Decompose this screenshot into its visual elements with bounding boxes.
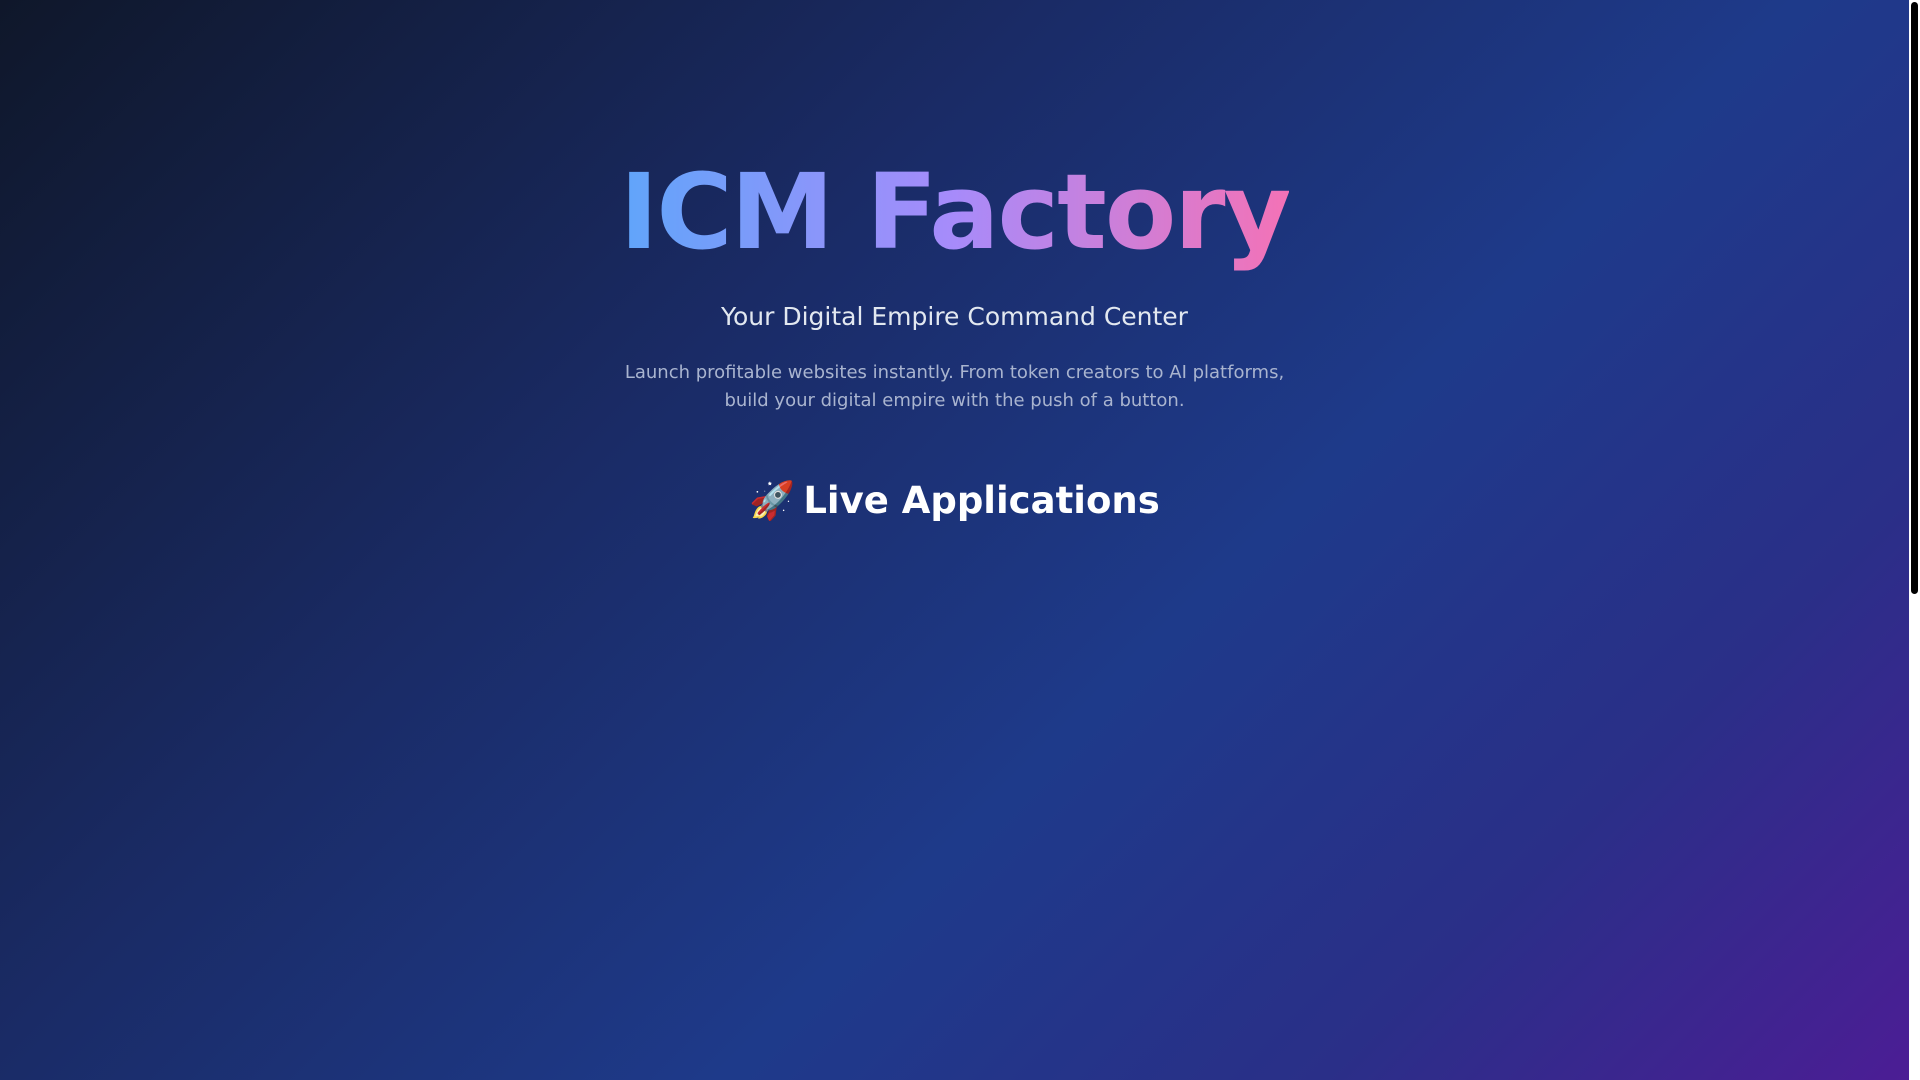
scrollbar[interactable] [1909,0,1920,1080]
scrollbar-thumb[interactable] [1911,2,1918,594]
page-description: Launch profitable websites instantly. Fr… [624,362,1285,411]
live-applications-heading: 🚀 Live Applications [0,479,1909,523]
page: ICM Factory Your Digital Empire Command … [0,0,1909,1080]
page-subtitle: Your Digital Empire Command Center [721,302,1188,331]
page-title: ICM Factory [619,151,1292,273]
rocket-icon: 🚀 [749,479,796,522]
live-applications-label: Live Applications [803,479,1160,522]
hero-section: ICM Factory Your Digital Empire Command … [0,150,1909,523]
